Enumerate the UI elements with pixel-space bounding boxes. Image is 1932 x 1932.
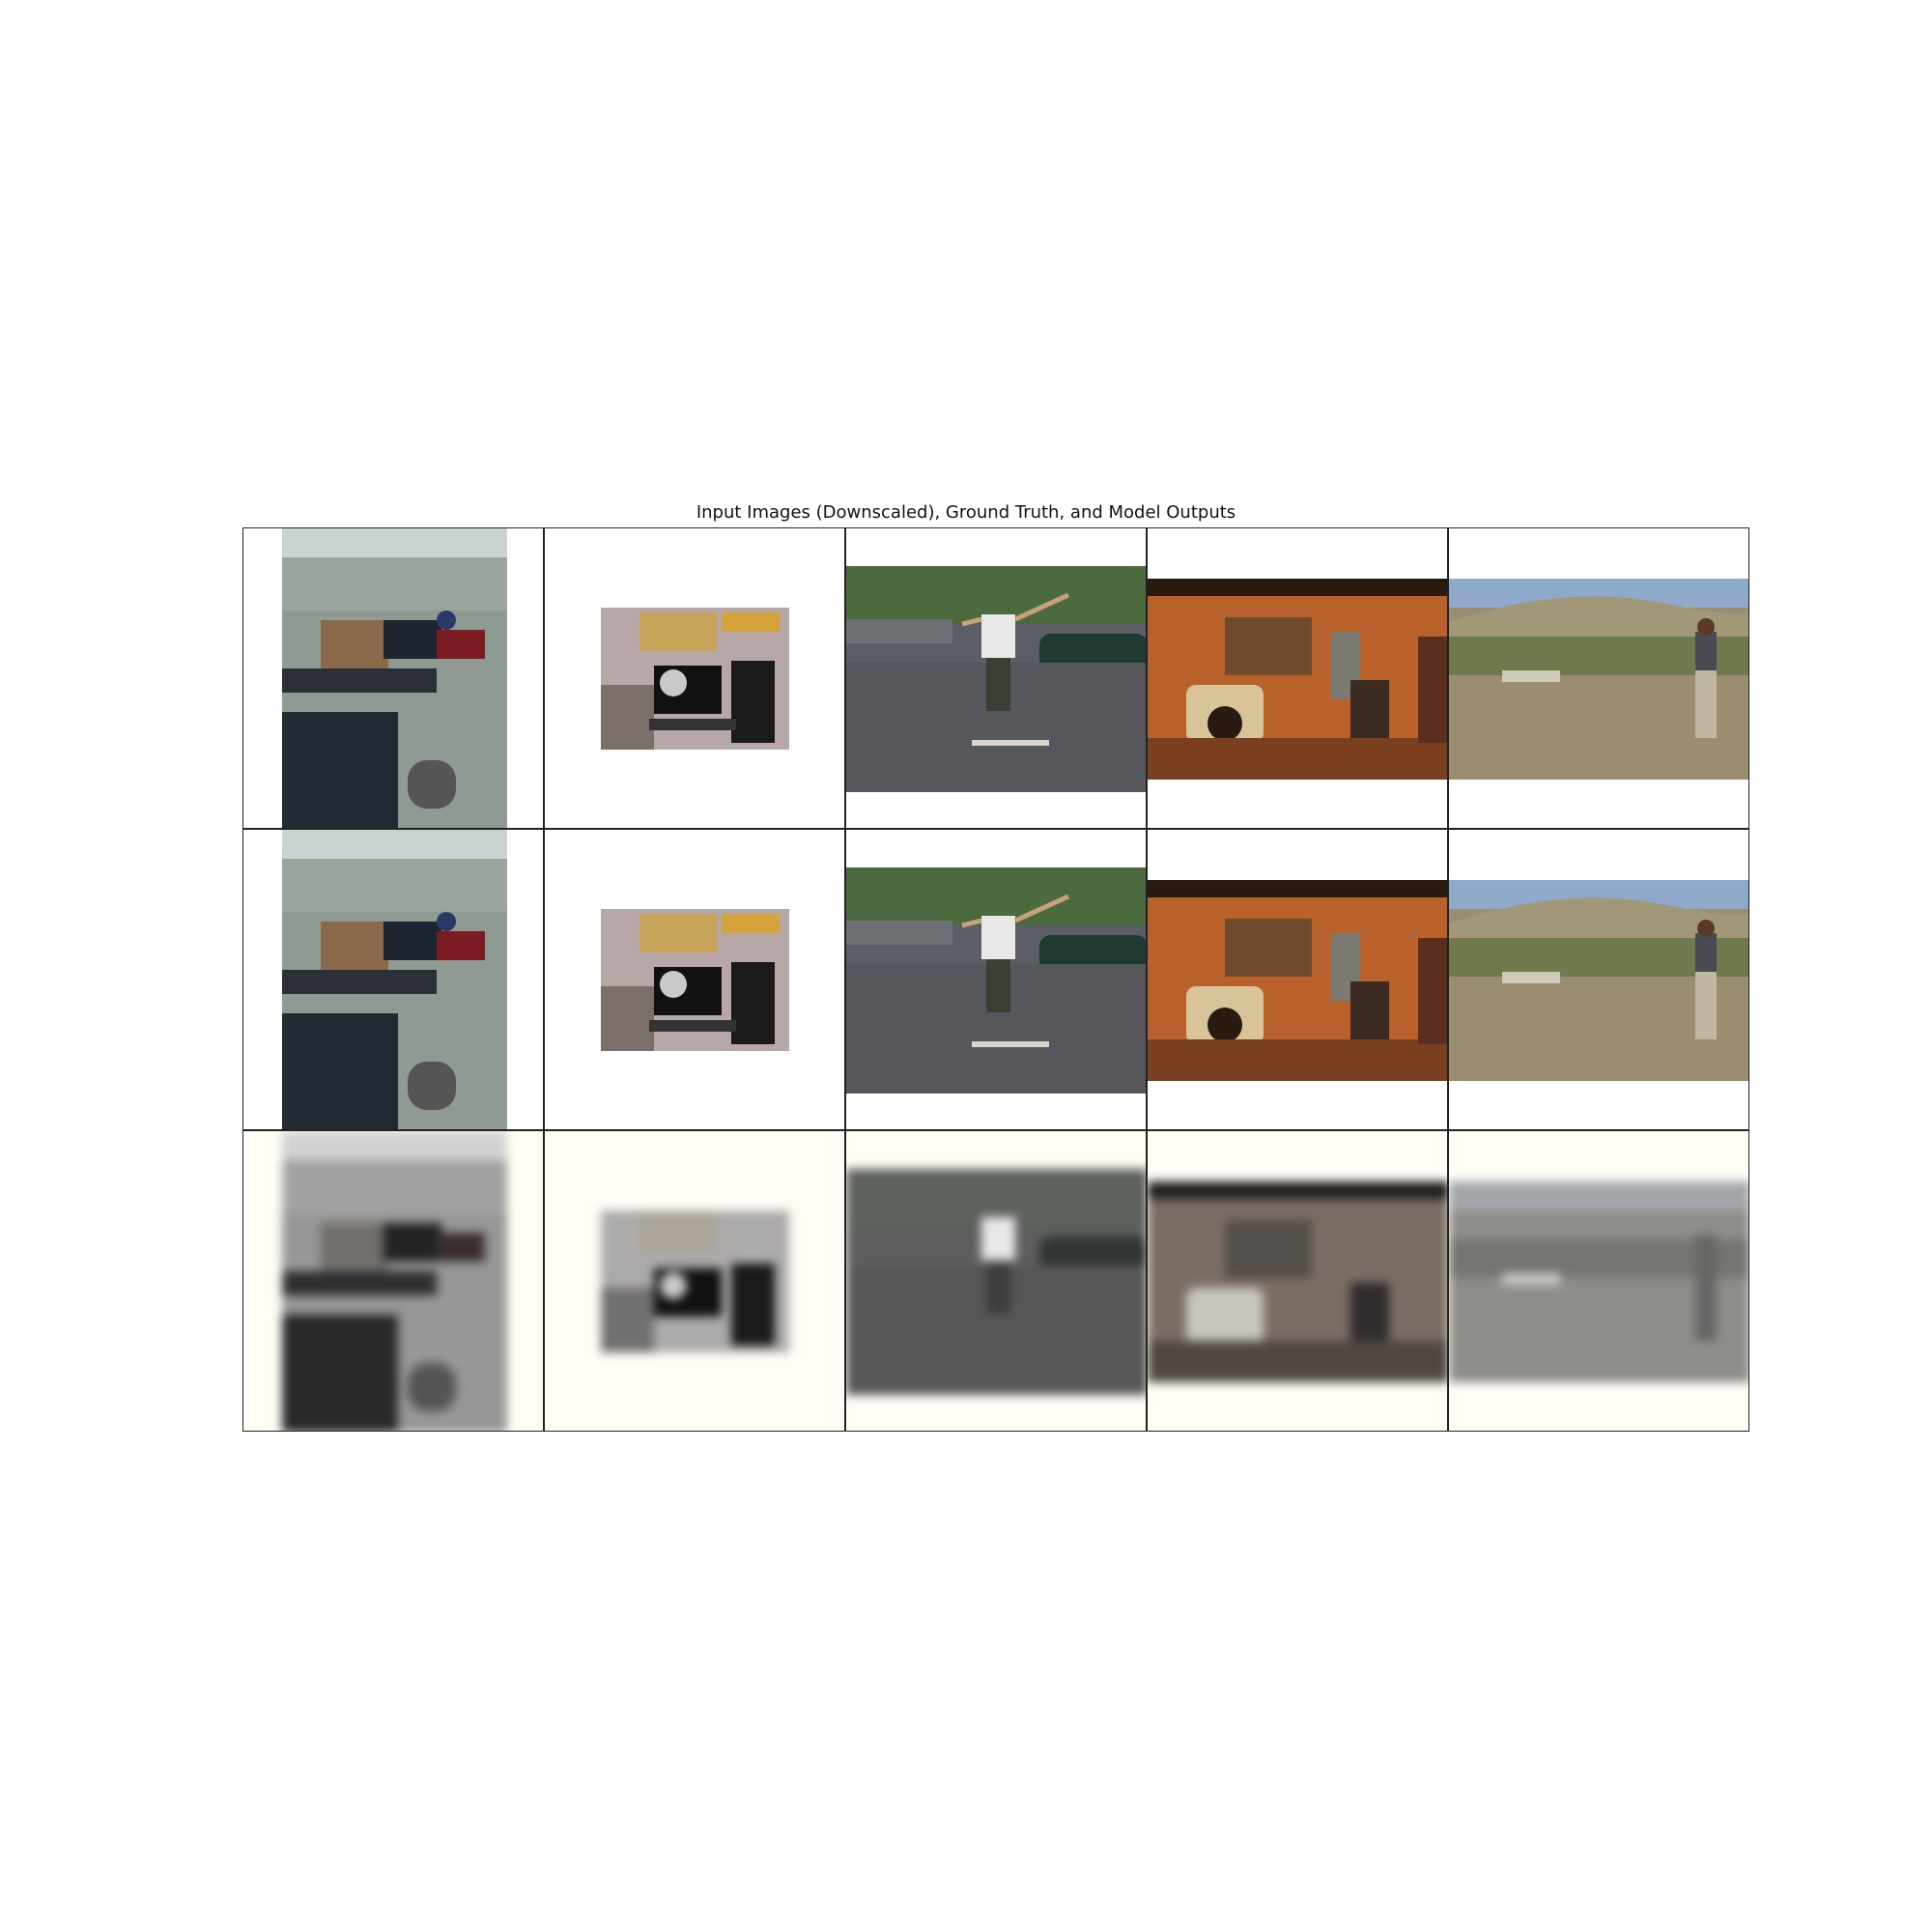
cell-gt-room <box>1147 829 1448 1130</box>
cell-input-field <box>1448 527 1749 829</box>
cell-input-skater <box>845 527 1147 829</box>
image-luggage-cart <box>282 830 507 1129</box>
cell-input-desk <box>544 527 845 829</box>
cell-input-luggage <box>242 527 544 829</box>
cell-output-skater <box>845 1130 1147 1432</box>
image-skateboarder <box>846 1169 1146 1395</box>
image-living-room <box>1148 1181 1447 1382</box>
cell-output-luggage <box>242 1130 544 1432</box>
image-luggage-cart <box>282 528 507 828</box>
image-living-room <box>1148 579 1447 780</box>
cell-input-room <box>1147 527 1448 829</box>
image-desk-computer <box>601 608 789 750</box>
cell-output-room <box>1147 1130 1448 1432</box>
cell-output-field <box>1448 1130 1749 1432</box>
image-luggage-cart <box>282 1131 507 1431</box>
image-boy-field <box>1449 579 1748 780</box>
image-boy-field <box>1449 1181 1748 1382</box>
image-living-room <box>1148 880 1447 1081</box>
figure-title: Input Images (Downscaled), Ground Truth,… <box>696 502 1236 523</box>
cell-gt-luggage <box>242 829 544 1130</box>
image-desk-computer <box>601 909 789 1051</box>
image-skateboarder <box>846 867 1146 1094</box>
cell-gt-desk <box>544 829 845 1130</box>
cell-output-desk <box>544 1130 845 1432</box>
image-grid <box>242 527 1749 1432</box>
cell-gt-skater <box>845 829 1147 1130</box>
image-boy-field <box>1449 880 1748 1081</box>
cell-gt-field <box>1448 829 1749 1130</box>
image-skateboarder <box>846 566 1146 792</box>
image-desk-computer <box>601 1210 789 1352</box>
